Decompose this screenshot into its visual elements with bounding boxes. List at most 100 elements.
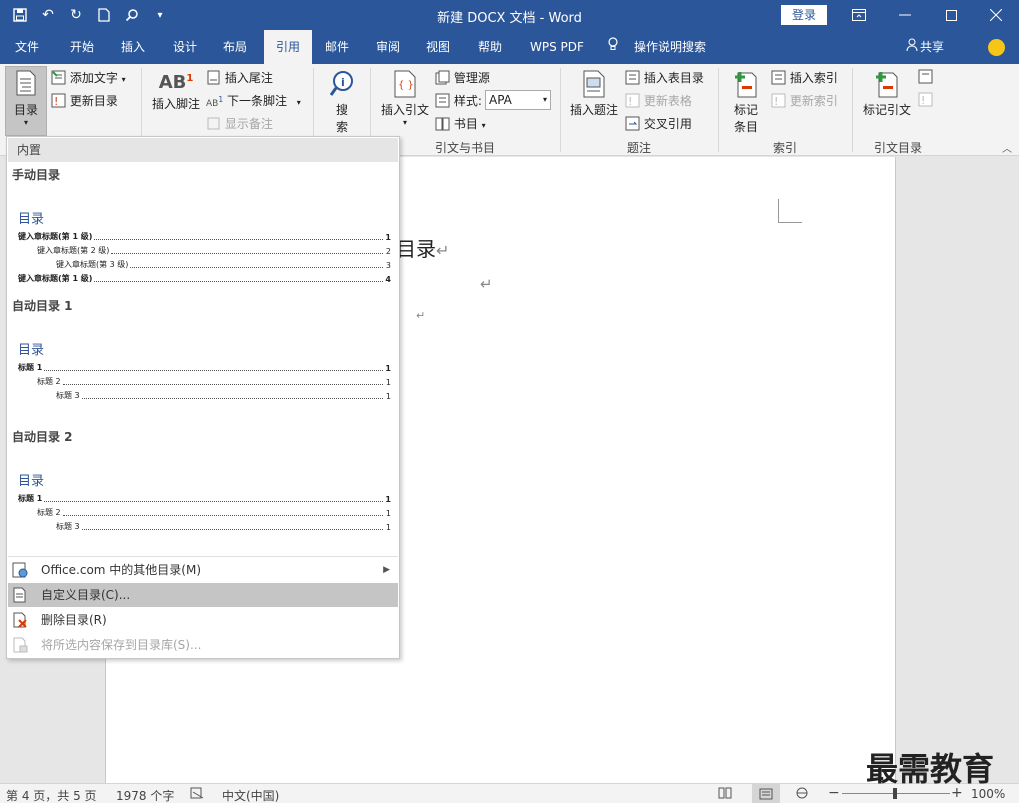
custom-toc-label: 自定义目录(C)... (41, 588, 131, 602)
bibliography-label: 书目 (453, 117, 478, 131)
chevron-down-icon: ▾ (542, 95, 547, 104)
citation-style-value: APA (489, 93, 512, 107)
close-icon[interactable] (973, 0, 1019, 30)
tab-layout[interactable]: 布局 (215, 30, 255, 64)
tab-references[interactable]: 引用 (264, 30, 312, 64)
insert-footnote-button[interactable]: AB1 插入脚注 (148, 72, 204, 112)
insert-citation-button[interactable]: { } 插入引文 ▾ (377, 70, 433, 127)
tab-insert[interactable]: 插入 (113, 30, 153, 64)
insert-caption-label: 插入题注 (569, 103, 618, 117)
insert-table-of-figures-label: 插入表目录 (643, 71, 704, 85)
insert-toa-button[interactable] (918, 69, 933, 87)
cross-reference-icon (625, 116, 640, 134)
save-to-gallery-icon (12, 637, 28, 653)
ribbon-display-options-icon[interactable] (836, 0, 882, 30)
toa-group-label: 引文目录 (873, 141, 922, 155)
tab-home[interactable]: 开始 (62, 30, 102, 64)
web-layout-icon[interactable] (795, 787, 809, 802)
page-count[interactable]: 第 4 页，共 5 页 (6, 787, 97, 803)
zoom-out-icon[interactable]: − (828, 785, 840, 801)
citation-style-control: 样式: (435, 92, 482, 111)
mark-entry-button[interactable]: 标记 条目 (726, 70, 766, 135)
insert-toa-icon (918, 69, 933, 87)
toc-line: 键入章标题(第 1 级) 4 (18, 272, 391, 284)
smiley-feedback-icon[interactable] (988, 39, 1005, 56)
add-text-button[interactable]: 添加文字 ▾ (51, 69, 126, 88)
next-footnote-icon: AB1 (206, 94, 224, 109)
document-text-toc: 目录↵ (396, 233, 449, 262)
svg-text:!: ! (774, 95, 778, 108)
mark-citation-icon (875, 70, 899, 101)
toc-dropdown[interactable]: 目录 ▾ (8, 70, 44, 127)
lightbulb-icon (608, 30, 620, 64)
menu-item-remove-toc[interactable]: 删除目录(R) (8, 608, 398, 632)
chevron-down-icon: ▾ (296, 98, 301, 107)
mark-citation-button[interactable]: 标记引文 (859, 70, 915, 118)
print-layout-icon[interactable] (752, 784, 780, 803)
menu-item-custom-toc[interactable]: 自定义目录(C)... (8, 583, 398, 607)
update-toc-button[interactable]: ! 更新目录 (51, 92, 118, 111)
toc-line: 标题 2 1 (37, 506, 391, 518)
word-count[interactable]: 1978 个字 (116, 787, 174, 803)
bibliography-button[interactable]: 书目 ▾ (435, 115, 486, 134)
collapse-ribbon-icon[interactable]: ︿ (1002, 140, 1012, 155)
toc-line-page: 3 (385, 261, 391, 270)
insert-endnote-button[interactable]: 插入尾注 (206, 69, 273, 88)
show-notes-button[interactable]: 显示备注 (206, 115, 273, 134)
more-toc-label: Office.com 中的其他目录(M) (41, 563, 202, 577)
insert-index-button[interactable]: 插入索引 (771, 69, 838, 88)
tab-mailings[interactable]: 邮件 (317, 30, 357, 64)
gallery-item-manual-toc[interactable]: 手动目录 目录 键入章标题(第 1 级) 1 键入章标题(第 2 级) 2 键入章标… (8, 163, 398, 293)
tab-help[interactable]: 帮助 (470, 30, 510, 64)
bibliography-icon (435, 116, 450, 134)
tab-review[interactable]: 审阅 (368, 30, 408, 64)
search-button[interactable]: i 搜 索 (322, 70, 362, 135)
citation-style-select[interactable]: APA ▾ (485, 90, 551, 110)
insert-footnote-label: 插入脚注 (151, 97, 200, 111)
menu-item-more-toc[interactable]: Office.com 中的其他目录(M) ▶ (8, 558, 398, 582)
tab-wps-pdf[interactable]: WPS PDF (522, 30, 592, 64)
update-table-button[interactable]: ! 更新表格 (625, 92, 692, 111)
update-index-label: 更新索引 (789, 94, 838, 108)
proofing-icon[interactable] (190, 787, 204, 802)
minimize-icon[interactable] (882, 0, 928, 30)
toc-line-label: 键入章标题(第 1 级) (18, 232, 93, 241)
share-button[interactable]: 共享 (906, 30, 944, 64)
menu-item-save-to-gallery[interactable]: 将所选内容保存到目录库(S)... (8, 633, 398, 657)
maximize-icon[interactable] (928, 0, 974, 30)
tab-file[interactable]: 文件 (7, 30, 47, 64)
citations-group-label: 引文与书目 (434, 141, 495, 155)
insert-table-of-figures-button[interactable]: 插入表目录 (625, 69, 704, 88)
login-button[interactable]: 登录 (781, 5, 827, 25)
toc-line-page: 1 (385, 233, 391, 242)
update-index-icon: ! (771, 93, 786, 111)
index-group-label: 索引 (772, 141, 797, 155)
insert-caption-button[interactable]: 插入题注 (566, 70, 622, 118)
paragraph-mark-icon: ↵ (416, 309, 426, 322)
language-indicator[interactable]: 中文(中国) (222, 787, 279, 803)
group-separator (852, 68, 853, 152)
insert-citation-label: 插入引文 (380, 103, 429, 117)
manage-sources-button[interactable]: 管理源 (435, 69, 490, 88)
tab-design[interactable]: 设计 (165, 30, 205, 64)
update-toa-button[interactable]: ! (918, 92, 933, 110)
toc-line-page: 1 (385, 378, 391, 387)
gallery-item-auto-toc-1[interactable]: 自动目录 1 目录 标题 1 1 标题 2 1 标题 3 1 (8, 294, 398, 424)
tab-view[interactable]: 视图 (418, 30, 458, 64)
menu-separator (8, 556, 398, 557)
add-text-icon (51, 70, 66, 88)
manage-sources-label: 管理源 (453, 71, 490, 85)
cross-reference-button[interactable]: 交叉引用 (625, 115, 692, 134)
toc-label: 目录 (13, 103, 38, 117)
search-icon: i (329, 70, 355, 101)
auto-toc-1-heading: 目录 (18, 343, 45, 358)
next-footnote-button[interactable]: AB1 下一条脚注 ▾ (206, 92, 301, 109)
auto-toc-2-heading: 目录 (18, 474, 45, 489)
toc-line: 标题 2 1 (37, 375, 391, 387)
tell-me-search[interactable]: 操作说明搜索 (608, 30, 706, 64)
read-mode-icon[interactable] (718, 787, 732, 802)
auto-toc-1-title: 自动目录 1 (12, 299, 73, 313)
gallery-item-auto-toc-2[interactable]: 自动目录 2 目录 标题 1 1 标题 2 1 标题 3 1 (8, 425, 398, 555)
update-index-button[interactable]: ! 更新索引 (771, 92, 838, 111)
update-toc-icon: ! (51, 93, 66, 111)
